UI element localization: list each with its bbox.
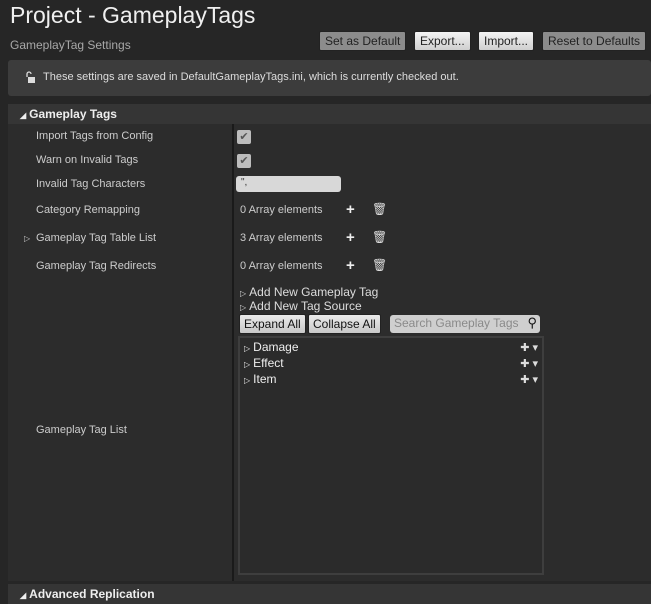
- category-remapping-count: 0 Array elements: [240, 204, 323, 216]
- tag-item-item[interactable]: ▷ Item: [244, 372, 277, 386]
- collapse-icon: ◢: [20, 111, 27, 120]
- expand-icon[interactable]: ▷: [24, 234, 30, 243]
- export-button[interactable]: Export...: [414, 31, 471, 51]
- search-tags-input[interactable]: Search Gameplay Tags ⚲: [390, 315, 540, 333]
- invalid-chars-input[interactable]: ",: [236, 176, 341, 192]
- add-element-icon[interactable]: +: [346, 230, 355, 245]
- page-subtitle: GameplayTag Settings: [10, 38, 131, 52]
- warn-invalid-checkbox[interactable]: ✔: [237, 154, 251, 168]
- add-element-icon[interactable]: +: [346, 202, 355, 217]
- table-list-label: Gameplay Tag Table List: [36, 232, 157, 244]
- collapse-icon: ◢: [20, 591, 27, 600]
- import-tags-label: Import Tags from Config: [36, 130, 154, 142]
- search-icon: ⚲: [527, 315, 537, 330]
- add-new-tag-source[interactable]: ▷ Add New Tag Source: [240, 299, 362, 313]
- add-new-gameplay-tag[interactable]: ▷ Add New Gameplay Tag: [240, 285, 378, 299]
- column-splitter[interactable]: [232, 124, 234, 581]
- section-gameplay-tags[interactable]: ◢ Gameplay Tags: [8, 104, 651, 124]
- unlock-icon: [26, 71, 35, 83]
- reset-to-defaults-button[interactable]: Reset to Defaults: [542, 31, 647, 51]
- table-list-count: 3 Array elements: [240, 232, 323, 244]
- import-button[interactable]: Import...: [478, 31, 535, 51]
- warn-invalid-label: Warn on Invalid Tags: [36, 154, 139, 166]
- tag-tree: ▷ Damage ✚ ▾ ▷ Effect ✚ ▾ ▷ Item ✚ ▾: [238, 336, 544, 575]
- tag-actions[interactable]: ✚ ▾: [520, 357, 538, 370]
- tag-actions[interactable]: ✚ ▾: [520, 341, 538, 354]
- invalid-chars-label: Invalid Tag Characters: [36, 178, 146, 190]
- collapse-all-button[interactable]: Collapse All: [308, 314, 381, 334]
- section-advanced-replication[interactable]: ◢ Advanced Replication: [8, 584, 651, 604]
- trash-icon[interactable]: 🗑: [372, 230, 387, 244]
- redirects-count: 0 Array elements: [240, 260, 323, 272]
- set-as-default-button[interactable]: Set as Default: [319, 31, 407, 51]
- config-notice: These settings are saved in DefaultGamep…: [8, 60, 651, 96]
- tag-list-label: Gameplay Tag List: [36, 424, 127, 436]
- trash-icon[interactable]: 🗑: [372, 258, 387, 272]
- redirects-label: Gameplay Tag Redirects: [36, 260, 157, 272]
- tag-actions[interactable]: ✚ ▾: [520, 373, 538, 386]
- trash-icon[interactable]: 🗑: [372, 202, 387, 216]
- import-tags-checkbox[interactable]: ✔: [237, 130, 251, 144]
- notice-text: These settings are saved in DefaultGamep…: [43, 71, 459, 83]
- category-remapping-label: Category Remapping: [36, 204, 140, 216]
- page-title: Project - GameplayTags: [10, 2, 256, 28]
- expand-all-button[interactable]: Expand All: [239, 314, 306, 334]
- add-element-icon[interactable]: +: [346, 258, 355, 273]
- tag-item-effect[interactable]: ▷ Effect: [244, 356, 284, 370]
- tag-item-damage[interactable]: ▷ Damage: [244, 340, 299, 354]
